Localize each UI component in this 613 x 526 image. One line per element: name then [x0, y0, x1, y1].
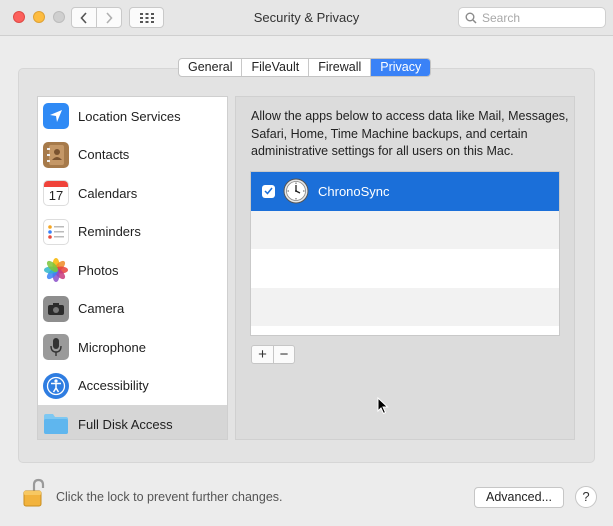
sidebar-item-calendars[interactable]: 17 Calendars — [38, 174, 227, 213]
app-list: ChronoSync — [250, 171, 560, 336]
reminders-list-icon — [43, 218, 69, 245]
sidebar-item-label: Location Services — [78, 108, 181, 124]
tab-privacy[interactable]: Privacy — [371, 59, 431, 76]
sidebar-item-reminders[interactable]: Reminders — [38, 213, 227, 252]
location-arrow-icon — [43, 103, 69, 130]
accessibility-icon — [43, 372, 69, 399]
tab-firewall[interactable]: Firewall — [309, 59, 372, 76]
microphone-icon — [43, 334, 69, 361]
tab-bar: General FileVault Firewall Privacy — [178, 58, 432, 77]
mouse-pointer-icon — [377, 397, 389, 415]
lock-icon[interactable] — [22, 478, 46, 508]
list-item-empty — [251, 326, 559, 335]
advanced-button[interactable]: Advanced... — [474, 487, 564, 508]
sidebar-item-photos[interactable]: Photos — [38, 251, 227, 290]
add-app-button[interactable]: + — [252, 346, 273, 363]
title-bar: Security & Privacy — [0, 0, 613, 36]
list-item-empty — [251, 287, 559, 326]
calendar-day-number: 17 — [48, 188, 64, 204]
privacy-category-list: Location Services Contacts 17 Calendars … — [37, 96, 228, 440]
sidebar-item-full-disk-access[interactable]: Full Disk Access — [38, 405, 227, 439]
sidebar-item-label: Camera — [78, 301, 125, 317]
search-input[interactable] — [482, 10, 602, 25]
sidebar-item-label: Reminders — [78, 224, 141, 240]
sidebar-item-label: Photos — [78, 262, 119, 278]
sidebar-item-label: Accessibility — [78, 378, 149, 394]
tab-filevault[interactable]: FileVault — [242, 59, 310, 76]
sidebar-item-contacts[interactable]: Contacts — [38, 136, 227, 175]
app-enabled-checkbox[interactable] — [262, 184, 275, 198]
remove-app-button[interactable]: − — [273, 346, 294, 363]
panel-description: Allow the apps below to access data like… — [251, 109, 569, 158]
lock-status-text: Click the lock to prevent further change… — [56, 490, 283, 504]
calendar-icon: 17 — [43, 180, 69, 207]
sidebar-item-camera[interactable]: Camera — [38, 290, 227, 329]
sidebar-item-label: Microphone — [78, 339, 146, 355]
add-remove-control: + − — [251, 345, 295, 364]
clock-icon — [283, 178, 309, 204]
search-field[interactable] — [458, 7, 606, 28]
sidebar-item-label: Full Disk Access — [78, 416, 173, 432]
app-row-chronosync[interactable]: ChronoSync — [251, 172, 559, 211]
folder-icon — [43, 411, 69, 437]
help-button[interactable]: ? — [575, 486, 597, 508]
list-item-empty — [251, 210, 559, 249]
list-item-empty — [251, 249, 559, 288]
sidebar-item-location-services[interactable]: Location Services — [38, 97, 227, 136]
photos-flower-icon — [43, 257, 69, 284]
checkmark-icon — [264, 187, 273, 195]
camera-icon — [43, 295, 69, 322]
sidebar-item-label: Calendars — [78, 185, 138, 201]
sidebar-item-accessibility[interactable]: Accessibility — [38, 367, 227, 406]
app-name: ChronoSync — [318, 183, 390, 199]
contacts-book-icon — [43, 141, 69, 168]
sidebar-item-label: Contacts — [78, 147, 130, 163]
sidebar-item-microphone[interactable]: Microphone — [38, 328, 227, 367]
tab-general[interactable]: General — [179, 59, 243, 76]
search-icon — [465, 12, 477, 24]
